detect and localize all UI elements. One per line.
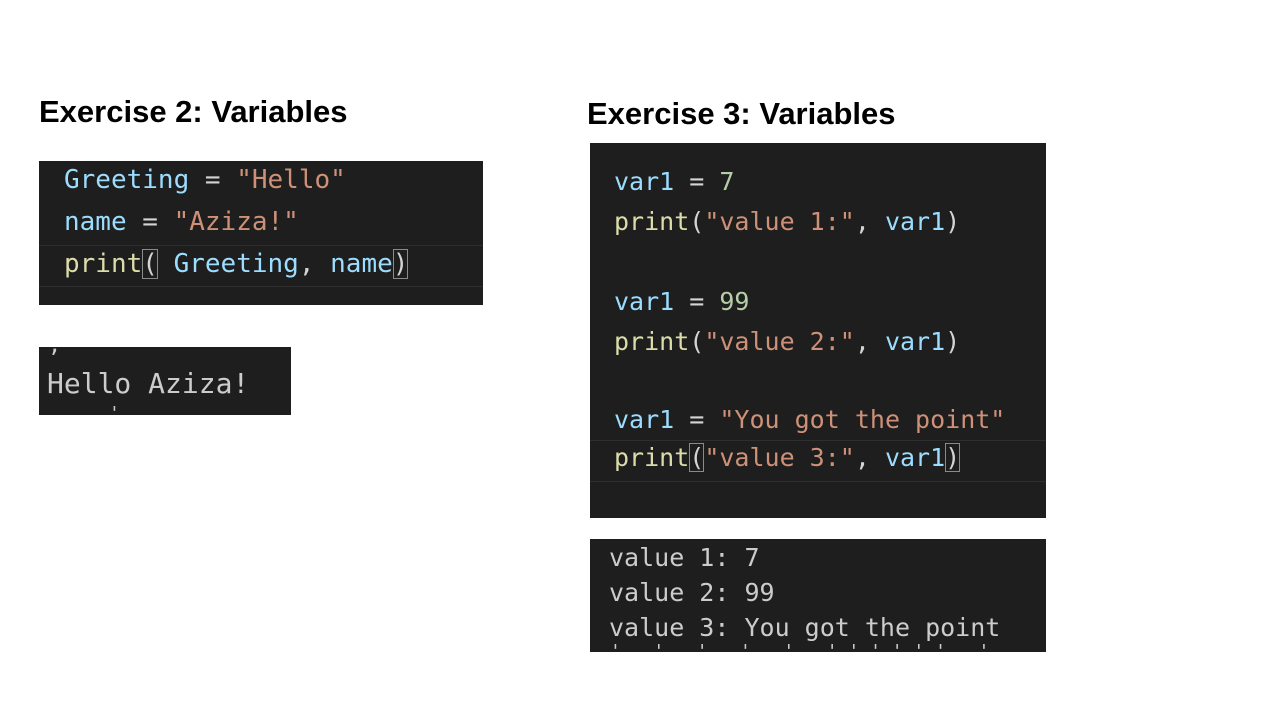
code-token: var1: [614, 287, 675, 316]
code-line-1: Greeting = "Hello": [39, 161, 483, 201]
code-token: var1: [614, 167, 675, 196]
bracket-match-open: (: [689, 443, 705, 472]
code-token: =: [674, 287, 720, 316]
bracket-match-close: ): [945, 443, 961, 472]
code-line-7: var1 = "You got the point": [590, 401, 1046, 441]
code-token: print: [64, 249, 143, 279]
code-token: 7: [719, 167, 735, 196]
code-line-5: print("value 2:", var1): [590, 323, 1046, 363]
code-token: =: [189, 165, 237, 195]
code-line-3: print( Greeting, name): [39, 245, 483, 287]
output-line: Hello Aziza!: [47, 367, 250, 400]
code-token: var1: [614, 405, 675, 434]
code-token: (: [689, 327, 705, 356]
code-token: =: [674, 167, 720, 196]
output-line: value 1: 7: [609, 543, 760, 572]
cropped-text-fragment: ' . . . ': [109, 403, 250, 416]
exercise-2-title: Exercise 2: Variables: [39, 94, 348, 129]
code-line-1: var1 = 7: [590, 163, 1046, 203]
code-token: "value 2:": [704, 327, 855, 356]
code-token: ): [945, 327, 961, 356]
code-token: =: [674, 405, 720, 434]
code-token: ,: [854, 327, 885, 356]
cropped-text-fragment: ' ' ' ' ' ' ' ' ' ' ' ': [610, 641, 990, 653]
output-line: value 3: You got the point: [609, 613, 1001, 642]
code-token: Greeting: [64, 165, 190, 195]
code-token: "value 3:": [704, 443, 855, 472]
code-token: var1: [884, 327, 946, 356]
code-token: name: [330, 249, 393, 279]
code-token: ,: [298, 249, 331, 279]
code-token: "You got the point": [719, 405, 1006, 434]
exercise-3-title: Exercise 3: Variables: [587, 96, 896, 131]
code-token: var1: [884, 207, 946, 236]
code-line-2: name = "Aziza!": [39, 203, 483, 243]
bracket-match-close: ): [392, 249, 409, 279]
code-token: print: [614, 443, 690, 472]
bracket-match-open: (: [142, 249, 158, 279]
code-token: 99: [719, 287, 750, 316]
code-line-4: var1 = 99: [590, 283, 1046, 323]
exercise-2-code-editor: Greeting = "Hello" name = "Aziza!" print…: [39, 161, 483, 305]
code-token: "Hello": [236, 165, 346, 195]
exercise-3-code-editor: var1 = 7 print("value 1:", var1) var1 = …: [590, 143, 1046, 518]
code-token: ,: [854, 443, 885, 472]
code-token: print: [614, 327, 690, 356]
code-token: name: [64, 207, 127, 237]
code-token: ): [945, 207, 961, 236]
code-token: =: [126, 207, 174, 237]
code-token: "value 1:": [704, 207, 855, 236]
code-token: (: [689, 207, 705, 236]
code-token: ,: [854, 207, 885, 236]
exercise-2-terminal-output: , Hello Aziza! ' . . . ': [39, 347, 291, 415]
output-line: value 2: 99: [609, 578, 775, 607]
cropped-text-fragment: ,: [48, 347, 61, 357]
code-token: "Aziza!": [173, 207, 299, 237]
code-line-2: print("value 1:", var1): [590, 203, 1046, 243]
code-token: Greeting: [157, 249, 299, 279]
exercise-3-terminal-output: value 1: 7 value 2: 99 value 3: You got …: [590, 539, 1046, 652]
code-line-8: print("value 3:", var1): [590, 440, 1046, 482]
code-token: print: [614, 207, 690, 236]
code-token: var1: [884, 443, 946, 472]
